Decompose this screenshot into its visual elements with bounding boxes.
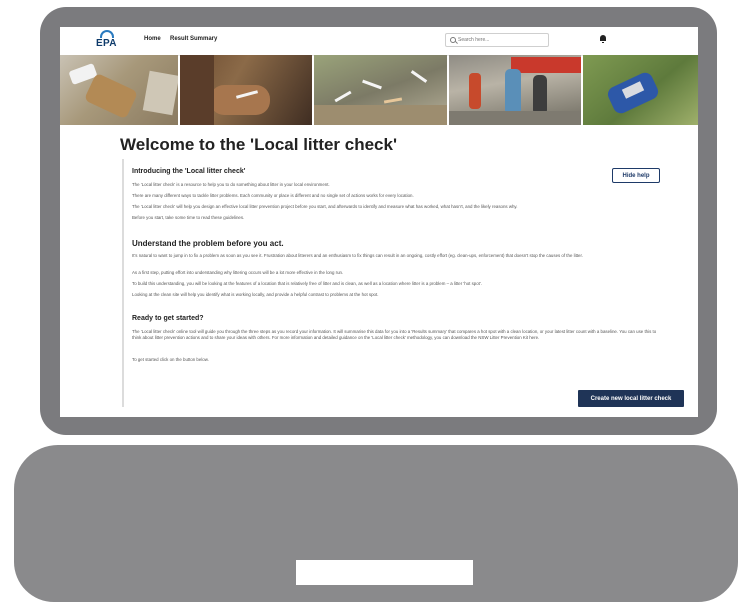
photo-banner — [60, 55, 698, 125]
understand-heading: Understand the problem before you act. — [132, 239, 284, 248]
cigarette-butts-photo — [314, 55, 447, 125]
ready-heading: Ready to get started? — [132, 315, 204, 322]
logo-text: EPA — [96, 38, 117, 49]
top-nav: EPA Home Result Summary — [60, 27, 698, 56]
laptop-trackpad — [296, 560, 473, 585]
ready-paragraph: The 'Local litter check' online tool wil… — [132, 329, 657, 340]
nav-result-summary-link[interactable]: Result Summary — [170, 36, 217, 42]
hide-help-button[interactable]: Hide help — [612, 168, 660, 183]
litter-paper-photo — [60, 55, 179, 125]
intro-heading: Introducing the 'Local litter check' — [132, 168, 246, 175]
understand-paragraph: As a first step, putting effort into und… — [132, 270, 344, 275]
laptop-screen: EPA Home Result Summary Search here... W… — [60, 27, 698, 417]
volunteers-street-photo — [448, 55, 581, 125]
search-box[interactable] — [445, 33, 549, 47]
intro-paragraph: There are many different ways to tackle … — [132, 193, 414, 198]
nav-home-link[interactable]: Home — [144, 36, 161, 42]
logo-arc-icon — [100, 30, 114, 38]
create-local-litter-check-button[interactable]: Create new local litter check — [578, 390, 684, 407]
understand-paragraph: To build this understanding, you will be… — [132, 281, 482, 286]
understand-paragraph: Looking at the clean site will help you … — [132, 292, 379, 297]
intro-paragraph: The 'Local litter check' is a resource t… — [132, 182, 330, 187]
search-input[interactable] — [458, 35, 546, 45]
understand-paragraph: It's natural to want to jump in to fix a… — [132, 253, 583, 258]
cigarette-hands-photo — [180, 55, 313, 125]
bell-icon[interactable] — [600, 35, 606, 43]
crushed-can-photo — [582, 55, 698, 125]
intro-paragraph: The 'Local litter check' will help you d… — [132, 204, 518, 209]
intro-paragraph: Before you start, take some time to read… — [132, 215, 245, 220]
laptop-lid: EPA Home Result Summary Search here... W… — [40, 7, 717, 435]
search-icon — [450, 37, 456, 43]
epa-logo[interactable]: EPA — [96, 30, 118, 52]
ready-paragraph: To get started click on the button below… — [132, 357, 209, 362]
page-title: Welcome to the 'Local litter check' — [120, 135, 398, 154]
